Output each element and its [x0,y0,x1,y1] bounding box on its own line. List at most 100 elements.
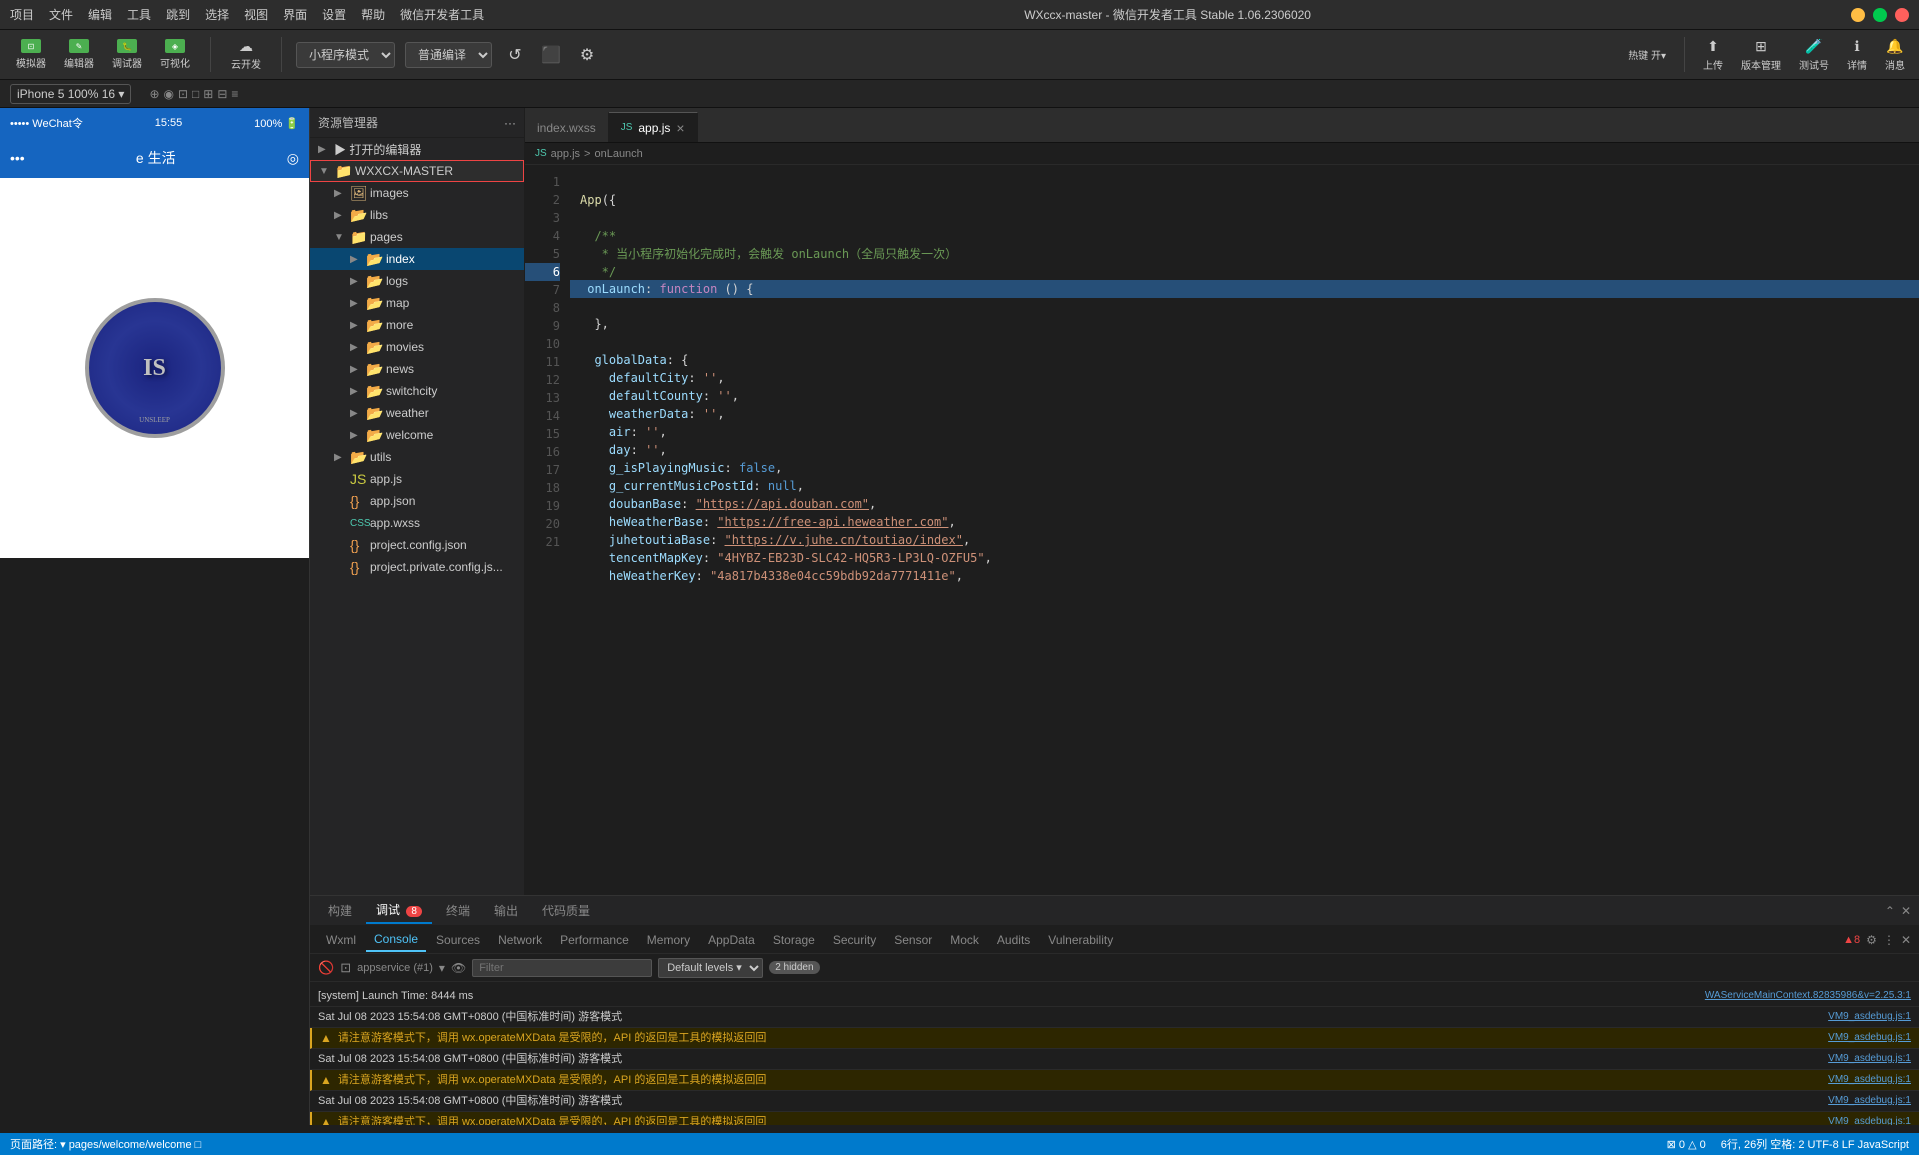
open-editors-item[interactable]: ▶ ▶ 打开的编辑器 [310,138,524,160]
devtools-settings-icon[interactable]: ⚙ [1866,933,1877,947]
upload-button[interactable]: ⬆ 上传 [1699,36,1727,74]
settings-icon[interactable]: ⚙ [574,42,600,68]
devtools-more-icon[interactable]: ⋮ [1883,933,1895,947]
devtab-memory[interactable]: Memory [639,929,698,951]
folder-switchcity[interactable]: ▶ 📂 switchcity [310,380,524,402]
tab-app-js-close[interactable]: × [676,121,684,135]
panel-expand-icon[interactable]: ⌃ [1885,904,1895,918]
phone-more-icon[interactable]: ◎ [287,150,299,167]
cloud-button[interactable]: ☁ 云开发 [225,34,267,75]
console-row-3-source[interactable]: VM9_asdebug.js:1 [1828,1030,1911,1046]
file-app-json[interactable]: {} app.json [310,490,524,512]
devtab-performance[interactable]: Performance [552,929,637,951]
test-button[interactable]: 🧪 测试号 [1795,36,1833,74]
sim-control-6[interactable]: ⊟ [217,87,227,101]
sim-control-1[interactable]: ⊕ [149,87,159,101]
tab-debug[interactable]: 调试 8 [366,897,432,924]
sim-controls[interactable]: ⊕ ◉ ⊡ □ ⊞ ⊟ ≡ [149,87,238,101]
devtab-appdata[interactable]: AppData [700,929,763,951]
devtab-vulnerability[interactable]: Vulnerability [1040,929,1121,951]
folder-libs[interactable]: ▶ 📂 libs [310,204,524,226]
file-project-private[interactable]: {} project.private.config.js... [310,556,524,578]
close-button[interactable]: ✕ [1895,8,1909,22]
menu-wechat[interactable]: 微信开发者工具 [400,6,484,23]
menu-select[interactable]: 选择 [205,6,229,23]
folder-news[interactable]: ▶ 📂 news [310,358,524,380]
hotkey-button[interactable]: 热键 开▾ [1624,45,1670,64]
refresh-button[interactable]: ↺ [502,42,528,68]
menu-goto[interactable]: 跳到 [166,6,190,23]
devtab-audits[interactable]: Audits [989,929,1038,951]
folder-weather[interactable]: ▶ 📂 weather [310,402,524,424]
menu-file[interactable]: 文件 [49,6,73,23]
status-path[interactable]: 页面路径: ▾ pages/welcome/welcome □ [10,1136,201,1152]
maximize-button[interactable]: □ [1873,8,1887,22]
minimize-button[interactable]: — [1851,8,1865,22]
tab-index-wxss[interactable]: index.wxss [525,112,609,142]
phone-menu-icon[interactable]: ••• [10,150,25,166]
devtab-security[interactable]: Security [825,929,884,951]
devtab-storage[interactable]: Storage [765,929,823,951]
simulator-button[interactable]: ⊡ 模拟器 [10,35,52,74]
folder-more[interactable]: ▶ 📂 more [310,314,524,336]
menu-tools[interactable]: 工具 [127,6,151,23]
folder-map[interactable]: ▶ 📂 map [310,292,524,314]
tab-output[interactable]: 输出 [484,898,528,923]
folder-index[interactable]: ▶ 📂 index [310,248,524,270]
folder-welcome[interactable]: ▶ 📂 welcome [310,424,524,446]
folder-pages[interactable]: ▼ 📁 pages [310,226,524,248]
eye-icon[interactable]: 👁 [451,961,466,975]
compile-select[interactable]: 普通编译 [405,42,492,68]
tab-terminal[interactable]: 终端 [436,898,480,923]
console-level-select[interactable]: Default levels ▾ [658,958,763,978]
tab-build[interactable]: 构建 [318,898,362,923]
console-clear-icon[interactable]: 🚫 [318,960,334,976]
menu-bar[interactable]: 项目 文件 编辑 工具 跳到 选择 视图 界面 设置 帮助 微信开发者工具 [10,6,484,23]
visual-button[interactable]: ◈ 可视化 [154,35,196,74]
console-row-6-source[interactable]: VM9_asdebug.js:1 [1828,1093,1911,1109]
sim-control-5[interactable]: ⊞ [203,87,213,101]
folder-movies[interactable]: ▶ 📂 movies [310,336,524,358]
sim-control-7[interactable]: ≡ [231,87,238,101]
devtab-network[interactable]: Network [490,929,550,951]
folder-images[interactable]: ▶ 🖼 images [310,182,524,204]
devtab-sources[interactable]: Sources [428,929,488,951]
console-expand-icon[interactable]: ⊡ [340,960,351,976]
debugger-button[interactable]: 🐛 调试器 [106,35,148,74]
root-folder-item[interactable]: ▼ 📁 WXXCX-MASTER [310,160,524,182]
devtab-sensor[interactable]: Sensor [886,929,940,951]
devtab-wxml[interactable]: Wxml [318,929,364,951]
console-filter-input[interactable] [472,959,652,977]
devtab-mock[interactable]: Mock [942,929,987,951]
file-app-wxss[interactable]: CSS app.wxss [310,512,524,534]
menu-project[interactable]: 项目 [10,6,34,23]
explorer-more-icon[interactable]: ··· [504,116,516,130]
folder-utils[interactable]: ▶ 📂 utils [310,446,524,468]
mini-mode-select[interactable]: 小程序模式 [296,42,395,68]
window-controls[interactable]: — □ ✕ [1851,8,1909,22]
sim-control-3[interactable]: ⊡ [178,87,188,101]
menu-interface[interactable]: 界面 [283,6,307,23]
menu-view[interactable]: 视图 [244,6,268,23]
sim-control-4[interactable]: □ [192,87,199,101]
panel-close-icon[interactable]: ✕ [1901,904,1911,918]
folder-logs[interactable]: ▶ 📂 logs [310,270,524,292]
tab-app-js[interactable]: JS app.js × [609,112,698,142]
sim-control-2[interactable]: ◉ [164,87,174,101]
service-dropdown-icon[interactable]: ▾ [439,961,445,975]
devtab-console[interactable]: Console [366,928,426,952]
menu-help[interactable]: 帮助 [361,6,385,23]
detail-button[interactable]: ℹ 详情 [1843,36,1871,74]
version-button[interactable]: ⊞ 版本管理 [1737,36,1785,74]
devtools-close-icon[interactable]: ✕ [1901,933,1911,947]
menu-edit[interactable]: 编辑 [88,6,112,23]
editor-button[interactable]: ✎ 编辑器 [58,35,100,74]
console-row-7-source[interactable]: VM9_asdebug.js:1 [1828,1114,1911,1125]
menu-settings[interactable]: 设置 [322,6,346,23]
file-project-config[interactable]: {} project.config.json [310,534,524,556]
stop-button[interactable]: ⬛ [538,42,564,68]
message-button[interactable]: 🔔 消息 [1881,36,1909,74]
status-errors[interactable]: ⊠ 0 △ 0 [1667,1138,1706,1151]
console-row-2-source[interactable]: VM9_asdebug.js:1 [1828,1009,1911,1025]
device-label[interactable]: iPhone 5 100% 16 ▾ [10,84,131,104]
